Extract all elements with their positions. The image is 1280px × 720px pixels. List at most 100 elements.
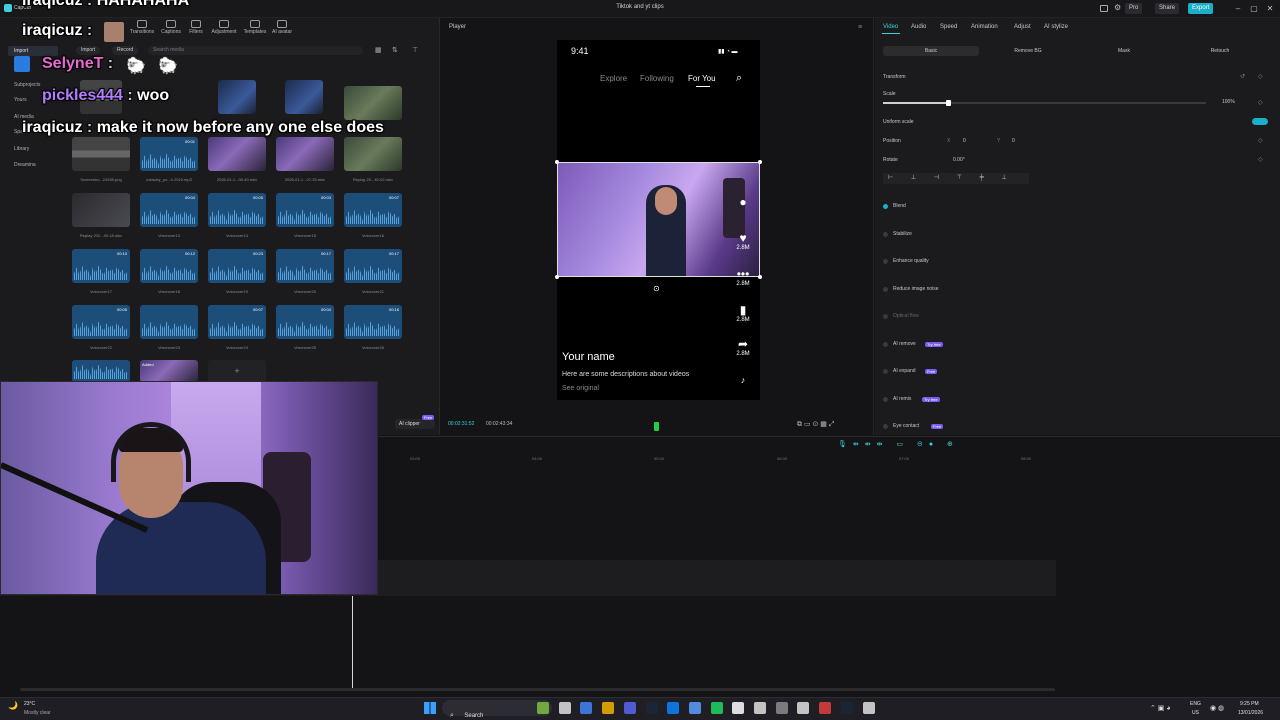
pro-button[interactable]: Pro (1125, 3, 1143, 14)
keyframe-rotate-icon[interactable]: ◇ (1258, 156, 1263, 163)
keyframe-scale-icon[interactable]: ◇ (1258, 99, 1263, 106)
video-frame[interactable] (557, 162, 760, 277)
media-thumb-added-1[interactable] (72, 360, 130, 382)
taskbar-app-icon[interactable] (645, 702, 658, 714)
media-thumb[interactable]: 00:07 (344, 193, 402, 227)
uniform-scale-toggle[interactable] (1252, 118, 1268, 125)
subtab-retouch[interactable]: Retouch (1172, 46, 1268, 56)
section-checkbox[interactable] (883, 424, 888, 429)
player-tool-icon[interactable]: ⧉ ▭ ⊙ ▦ ⤢ (797, 420, 834, 429)
taskbar-app-icon[interactable] (688, 702, 701, 714)
clock-time[interactable]: 9:25 PM (1240, 701, 1259, 707)
subtab-mask[interactable]: Mask (1076, 46, 1172, 56)
windows-start-icon[interactable] (424, 702, 436, 714)
taskbar-app-icon[interactable] (797, 702, 810, 714)
close-icon[interactable]: ✕ (1264, 3, 1276, 15)
tab-speed[interactable]: Speed (940, 24, 957, 30)
media-thumb[interactable]: 00:23 (208, 249, 266, 283)
resize-handle-tl[interactable] (555, 160, 559, 164)
rotate-input[interactable]: 0.00° (953, 157, 965, 163)
media-thumb[interactable]: 00:04 (140, 193, 198, 227)
section-checkbox[interactable] (883, 287, 888, 292)
media-thumb[interactable]: 00:07 (208, 305, 266, 339)
media-thumb[interactable] (140, 305, 198, 339)
taskbar-app-icon[interactable] (537, 702, 549, 714)
section-label[interactable]: Reduce image noise (893, 286, 939, 292)
tab-for-you[interactable]: For You (688, 74, 716, 83)
media-thumb[interactable] (72, 193, 130, 227)
tab-animation[interactable]: Animation (971, 24, 998, 30)
subtab-basic[interactable]: Basic (883, 46, 979, 56)
taskbar-app-icon[interactable] (754, 702, 766, 714)
section-label[interactable]: AI remix (893, 396, 911, 402)
resize-handle-bl[interactable] (555, 275, 559, 279)
tab-adjust[interactable]: Adjust (1014, 24, 1031, 30)
media-thumb[interactable]: 00:01 (140, 137, 198, 171)
tab-explore[interactable]: Explore (600, 74, 627, 83)
align-toolbar[interactable]: ⊢ ⊥ ⊣ ⊤ ╪ ⊥ (883, 173, 1029, 184)
media-thumb-added-2[interactable]: Added (140, 360, 198, 382)
section-checkbox[interactable] (883, 397, 888, 402)
section-label[interactable]: AI remove (893, 341, 916, 347)
position-x-input[interactable]: 0 (963, 138, 966, 144)
tab-following[interactable]: Following (640, 74, 674, 83)
subtab-remove-bg[interactable]: Remove BG (980, 46, 1076, 56)
rotate-handle-icon[interactable]: ⊙ (653, 284, 660, 293)
section-checkbox[interactable] (883, 314, 888, 319)
media-thumb[interactable]: 00:05 (208, 193, 266, 227)
taskbar-app-icon[interactable] (862, 702, 875, 714)
position-y-input[interactable]: 0 (1012, 138, 1015, 144)
taskbar-app-icon[interactable] (840, 702, 853, 714)
share-button[interactable]: Share (1155, 3, 1180, 14)
section-label[interactable]: Enhance quality (893, 258, 929, 264)
section-label[interactable]: AI expand (893, 368, 916, 374)
taskbar-search[interactable]: ⌕ Search (442, 700, 552, 719)
tab-video[interactable]: Video (883, 24, 898, 30)
media-thumb[interactable]: 00:12 (140, 249, 198, 283)
sort-icon[interactable]: ⇅ (392, 46, 398, 54)
media-thumb[interactable]: 00:04 (276, 305, 334, 339)
media-thumb[interactable]: 00:16 (344, 305, 402, 339)
settings-icon[interactable]: ⚙ (1114, 3, 1121, 12)
search-media-input[interactable]: Search media (148, 46, 363, 55)
layout-icon[interactable] (1100, 5, 1108, 12)
sidebar-item-library[interactable]: Library (8, 144, 58, 154)
ai-clipper-button[interactable]: AI clipper (395, 419, 435, 429)
add-media-slot[interactable]: + (208, 360, 266, 382)
media-thumb[interactable] (208, 137, 266, 171)
tool-ai-avatar[interactable]: AI avatar (268, 20, 296, 35)
taskbar-app-icon[interactable] (775, 702, 788, 714)
media-thumb[interactable]: 00:05 (72, 305, 130, 339)
media-thumb[interactable]: 00:10 (72, 249, 130, 283)
section-label[interactable]: Optical flow (893, 313, 919, 319)
record-button[interactable]: Record (112, 46, 139, 55)
media-thumb[interactable]: 00:03 (276, 193, 334, 227)
scale-slider[interactable] (883, 100, 1206, 106)
keyframe-position-icon[interactable]: ◇ (1258, 137, 1263, 144)
section-checkbox[interactable] (883, 204, 888, 209)
taskbar-app-icon[interactable] (602, 702, 615, 714)
tab-ai-stylize[interactable]: AI stylize (1044, 24, 1068, 30)
reset-transform-icon[interactable]: ↺ (1240, 73, 1245, 80)
section-checkbox[interactable] (883, 232, 888, 237)
playhead[interactable] (352, 596, 353, 688)
taskbar-app-icon[interactable] (623, 702, 636, 714)
taskbar-app-icon[interactable] (732, 702, 745, 714)
sidebar-item-dreamina[interactable]: Dreamina (8, 160, 58, 170)
taskbar-app-icon[interactable] (710, 702, 723, 714)
media-thumb[interactable] (344, 137, 402, 171)
taskbar-app-icon[interactable] (580, 702, 593, 714)
tab-audio[interactable]: Audio (911, 24, 926, 30)
timeline-tools[interactable]: 🎙⇹⇹⇹ ▭ ⊝● ⊕ (838, 440, 959, 448)
media-thumb[interactable] (276, 137, 334, 171)
taskbar-app-icon[interactable] (667, 702, 680, 714)
taskbar-app-icon[interactable] (819, 702, 832, 714)
taskbar-app-icon[interactable] (558, 702, 571, 714)
resize-handle-br[interactable] (758, 275, 762, 279)
minimize-icon[interactable]: – (1232, 3, 1244, 15)
media-thumb[interactable] (218, 80, 256, 114)
tool-filters[interactable]: Filters (182, 20, 210, 35)
scale-value[interactable]: 100% (1222, 99, 1235, 105)
keyframe-transform-icon[interactable]: ◇ (1258, 73, 1263, 80)
media-thumb[interactable]: 00:17 (344, 249, 402, 283)
